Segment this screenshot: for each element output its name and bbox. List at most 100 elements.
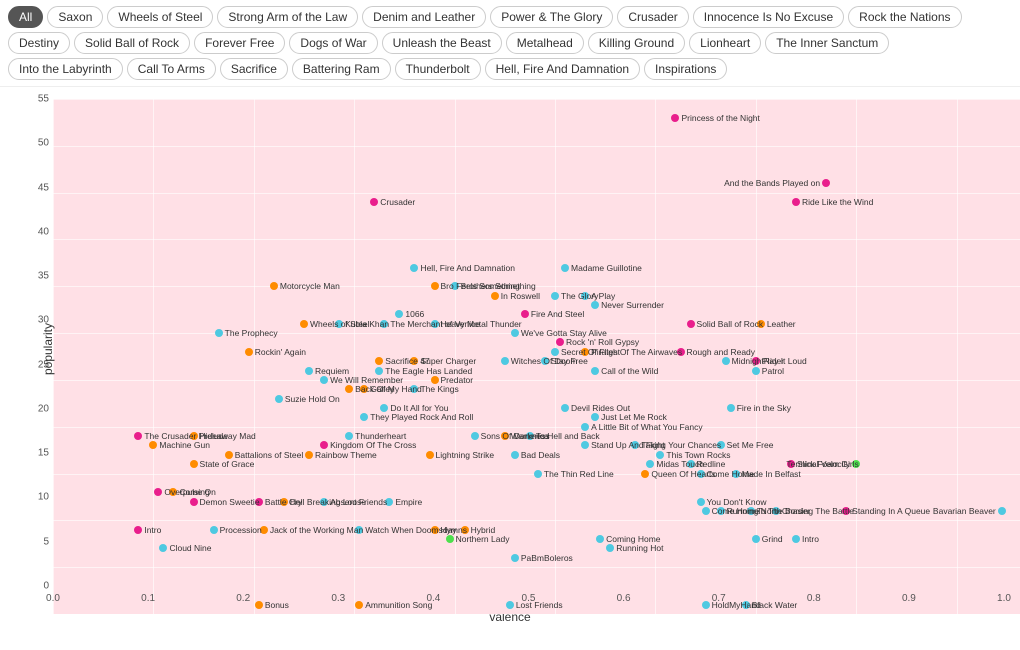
data-point[interactable]: [556, 338, 564, 346]
data-point[interactable]: [687, 320, 695, 328]
data-point[interactable]: [375, 357, 383, 365]
data-point[interactable]: [772, 507, 780, 515]
data-point[interactable]: [511, 451, 519, 459]
filter-btn-dogs-of-war[interactable]: Dogs of War: [289, 32, 377, 54]
data-point[interactable]: [702, 601, 710, 609]
data-point[interactable]: [355, 601, 363, 609]
filter-btn-power-&-the-glory[interactable]: Power & The Glory: [490, 6, 613, 28]
data-point[interactable]: [501, 432, 509, 440]
data-point[interactable]: [541, 357, 549, 365]
data-point[interactable]: [511, 329, 519, 337]
data-point[interactable]: [591, 413, 599, 421]
filter-btn-the-inner-sanctum[interactable]: The Inner Sanctum: [765, 32, 889, 54]
filter-btn-unleash-the-beast[interactable]: Unleash the Beast: [382, 32, 502, 54]
data-point[interactable]: [345, 385, 353, 393]
data-point[interactable]: [646, 460, 654, 468]
data-point[interactable]: [727, 404, 735, 412]
data-point[interactable]: [190, 498, 198, 506]
data-point[interactable]: [154, 488, 162, 496]
data-point[interactable]: [491, 292, 499, 300]
data-point[interactable]: [410, 357, 418, 365]
data-point[interactable]: [380, 404, 388, 412]
data-point[interactable]: [511, 554, 519, 562]
data-point[interactable]: [752, 535, 760, 543]
data-point[interactable]: [561, 264, 569, 272]
data-point[interactable]: [169, 488, 177, 496]
data-point[interactable]: [521, 310, 529, 318]
filter-btn-saxon[interactable]: Saxon: [47, 6, 103, 28]
data-point[interactable]: [702, 507, 710, 515]
data-point[interactable]: [742, 601, 750, 609]
data-point[interactable]: [245, 348, 253, 356]
data-point[interactable]: [375, 367, 383, 375]
data-point[interactable]: [431, 320, 439, 328]
data-point[interactable]: [355, 526, 363, 534]
data-point[interactable]: [752, 367, 760, 375]
filter-btn-thunderbolt[interactable]: Thunderbolt: [395, 58, 481, 80]
data-point[interactable]: [842, 507, 850, 515]
data-point[interactable]: [722, 357, 730, 365]
data-point[interactable]: [717, 507, 725, 515]
data-point[interactable]: [210, 526, 218, 534]
data-point[interactable]: [305, 367, 313, 375]
data-point[interactable]: [320, 441, 328, 449]
filter-btn-metalhead[interactable]: Metalhead: [506, 32, 584, 54]
data-point[interactable]: [998, 507, 1006, 515]
data-point[interactable]: [370, 198, 378, 206]
data-point[interactable]: [591, 301, 599, 309]
data-point[interactable]: [410, 385, 418, 393]
data-point[interactable]: [149, 441, 157, 449]
data-point[interactable]: [380, 320, 388, 328]
data-point[interactable]: [385, 498, 393, 506]
data-point[interactable]: [606, 544, 614, 552]
filter-btn-battering-ram[interactable]: Battering Ram: [292, 58, 391, 80]
data-point[interactable]: [335, 320, 343, 328]
data-point[interactable]: [431, 526, 439, 534]
data-point[interactable]: [852, 460, 860, 468]
filter-btn-inspirations[interactable]: Inspirations: [644, 58, 727, 80]
data-point[interactable]: [360, 385, 368, 393]
data-point[interactable]: [215, 329, 223, 337]
filter-btn-wheels-of-steel[interactable]: Wheels of Steel: [107, 6, 213, 28]
filter-btn-all[interactable]: All: [8, 6, 43, 28]
data-point[interactable]: [225, 451, 233, 459]
data-point[interactable]: [561, 404, 569, 412]
filter-btn-forever-free[interactable]: Forever Free: [194, 32, 285, 54]
data-point[interactable]: [792, 198, 800, 206]
data-point[interactable]: [275, 395, 283, 403]
filter-btn-innocence-is-no-excuse[interactable]: Innocence Is No Excuse: [693, 6, 844, 28]
data-point[interactable]: [134, 526, 142, 534]
filter-btn-sacrifice[interactable]: Sacrifice: [220, 58, 288, 80]
data-point[interactable]: [822, 179, 830, 187]
data-point[interactable]: [426, 451, 434, 459]
data-point[interactable]: [190, 460, 198, 468]
filter-btn-strong-arm-of-the-law[interactable]: Strong Arm of the Law: [217, 6, 358, 28]
data-point[interactable]: [792, 535, 800, 543]
data-point[interactable]: [190, 432, 198, 440]
data-point[interactable]: [300, 320, 308, 328]
data-point[interactable]: [581, 441, 589, 449]
filter-btn-into-the-labyrinth[interactable]: Into the Labyrinth: [8, 58, 123, 80]
filter-btn-call-to-arms[interactable]: Call To Arms: [127, 58, 216, 80]
data-point[interactable]: [506, 601, 514, 609]
data-point[interactable]: [501, 357, 509, 365]
data-point[interactable]: [526, 432, 534, 440]
data-point[interactable]: [446, 535, 454, 543]
data-point[interactable]: [757, 320, 765, 328]
data-point[interactable]: [134, 432, 142, 440]
data-point[interactable]: [581, 292, 589, 300]
data-point[interactable]: [260, 526, 268, 534]
data-point[interactable]: [551, 348, 559, 356]
data-point[interactable]: [431, 282, 439, 290]
data-point[interactable]: [551, 292, 559, 300]
data-point[interactable]: [581, 348, 589, 356]
data-point[interactable]: [461, 526, 469, 534]
data-point[interactable]: [395, 310, 403, 318]
data-point[interactable]: [687, 460, 695, 468]
data-point[interactable]: [280, 498, 288, 506]
data-point[interactable]: [534, 470, 542, 478]
filter-btn-rock-the-nations[interactable]: Rock the Nations: [848, 6, 961, 28]
data-point[interactable]: [255, 601, 263, 609]
filter-btn-killing-ground[interactable]: Killing Ground: [588, 32, 685, 54]
data-point[interactable]: [431, 376, 439, 384]
